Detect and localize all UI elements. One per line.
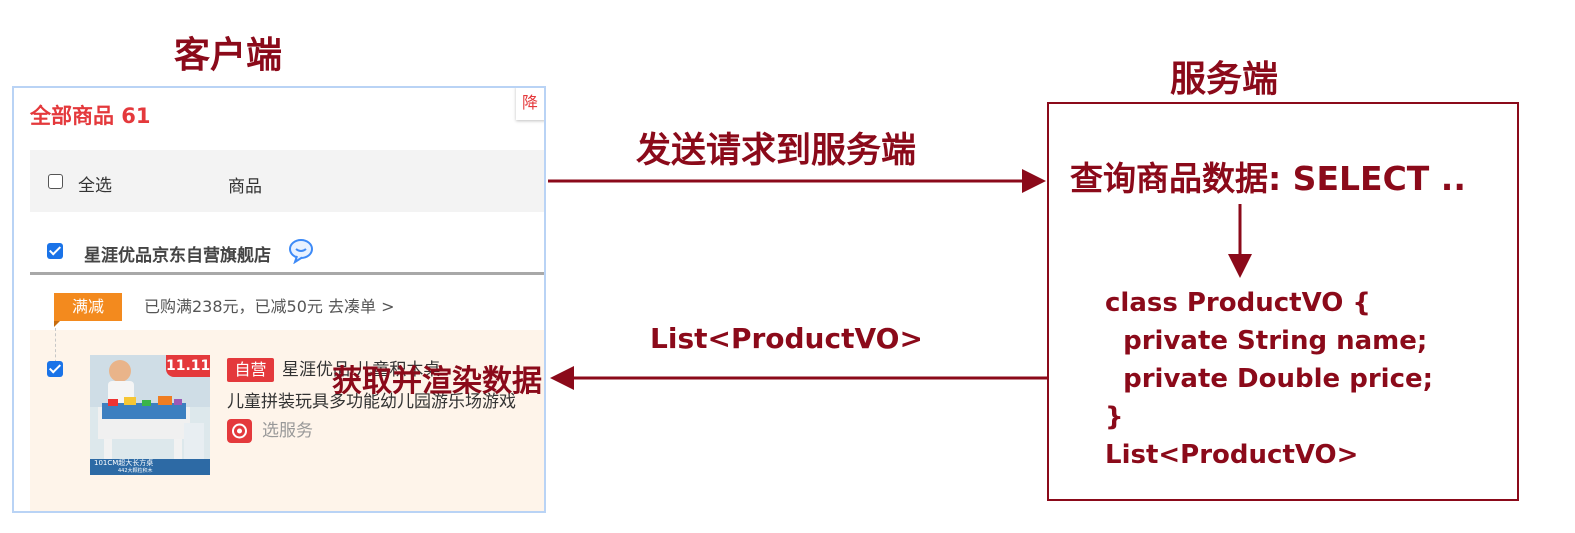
send-request-label: 发送请求到服务端	[636, 131, 917, 171]
fetch-render-label: 获取并渲染数据	[332, 364, 542, 399]
flow-arrows	[548, 169, 1252, 390]
response-type-label: List<ProductVO>	[650, 322, 923, 355]
